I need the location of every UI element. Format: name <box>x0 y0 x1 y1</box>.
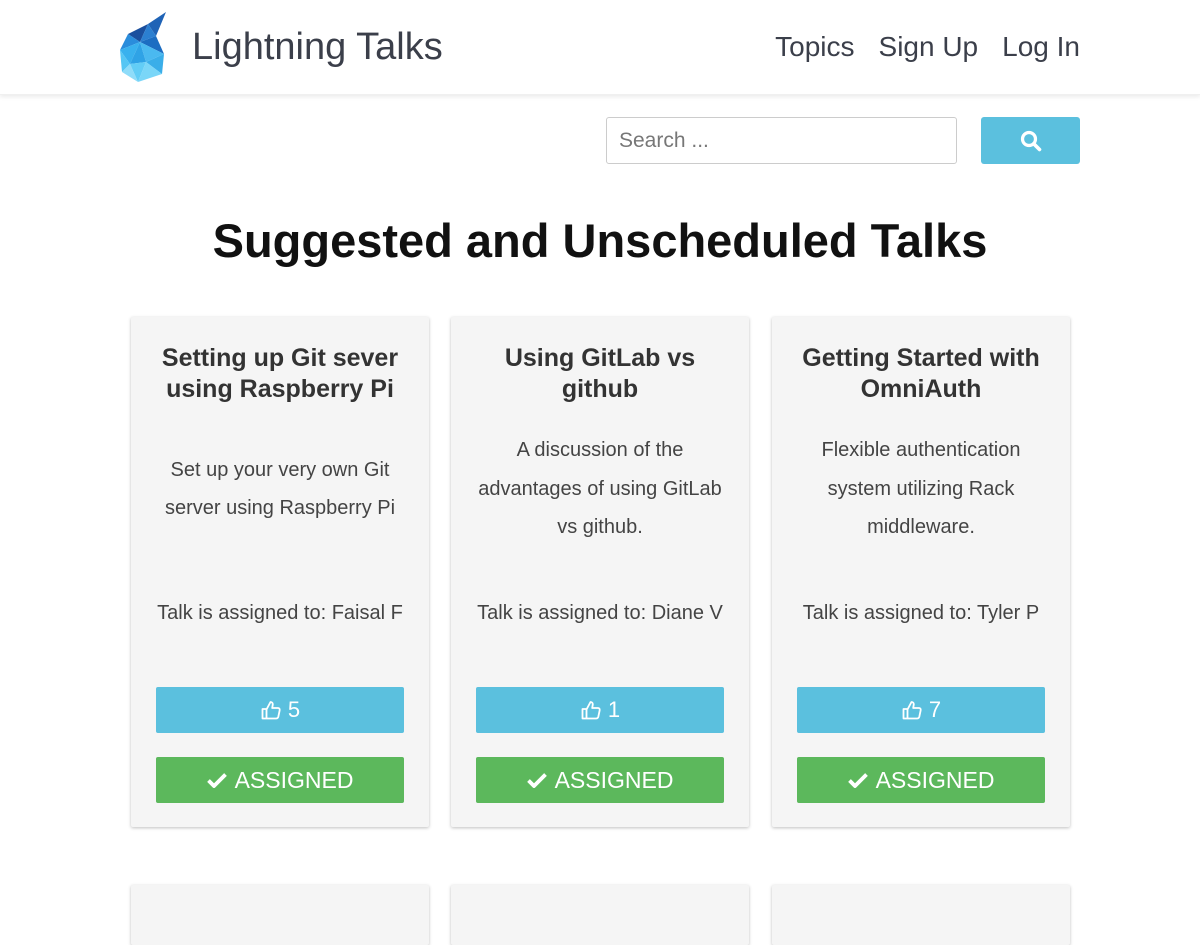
talk-card-partial <box>131 885 429 945</box>
vote-count: 1 <box>607 697 621 722</box>
talk-card: Using GitLab vs github A discussion of t… <box>451 317 749 827</box>
search-button[interactable] <box>981 117 1080 164</box>
talk-description-container: Set up your very own Git server using Ra… <box>153 429 407 549</box>
talk-title: Getting Started with OmniAuth <box>802 344 1040 403</box>
search-input[interactable] <box>606 117 957 164</box>
upvote-button[interactable]: 5 <box>156 687 404 733</box>
talk-card-partial <box>772 885 1070 945</box>
talk-assignee-container: Talk is assigned to: Diane V <box>461 587 739 639</box>
navbar: Lightning Talks Topics Sign Up Log In <box>0 0 1200 95</box>
talk-card: Setting up Git sever using Raspberry Pi … <box>131 317 429 827</box>
assigned-status-label: ASSIGNED <box>234 766 354 793</box>
talk-assignee: Talk is assigned to: Tyler P <box>802 601 1040 624</box>
talk-title: Using GitLab vs github <box>504 344 696 403</box>
search-icon <box>1020 130 1042 152</box>
talk-description-container: A discussion of the advantages of using … <box>473 429 727 549</box>
assigned-status-label: ASSIGNED <box>554 766 674 793</box>
nav-link-sign-up[interactable]: Sign Up <box>879 26 979 68</box>
assigned-status-button[interactable]: ASSIGNED <box>797 757 1045 803</box>
assigned-status-button[interactable]: ASSIGNED <box>156 757 404 803</box>
upvote-button[interactable]: 7 <box>797 687 1045 733</box>
nav-link-topics[interactable]: Topics <box>775 26 854 68</box>
nav-link-log-in[interactable]: Log In <box>1002 26 1080 68</box>
talk-card-partial <box>451 885 749 945</box>
talk-assignee-container: Talk is assigned to: Tyler P <box>782 587 1060 639</box>
talk-assignee: Talk is assigned to: Diane V <box>477 601 723 624</box>
talk-assignee-container: Talk is assigned to: Faisal F <box>141 587 419 639</box>
lightning-talks-logo-icon <box>120 12 166 82</box>
talk-assignee: Talk is assigned to: Faisal F <box>157 601 403 624</box>
talk-title: Setting up Git sever using Raspberry Pi <box>161 344 399 403</box>
assigned-status-button[interactable]: ASSIGNED <box>476 757 724 803</box>
check-icon <box>206 772 227 788</box>
main-nav: Topics Sign Up Log In <box>775 26 1080 68</box>
check-icon <box>847 772 868 788</box>
brand-link[interactable]: Lightning Talks <box>118 10 443 84</box>
vote-count: 7 <box>928 697 942 722</box>
vote-count: 5 <box>287 697 301 722</box>
check-icon <box>526 772 547 788</box>
page-title: Suggested and Unscheduled Talks <box>212 214 988 267</box>
assigned-status-label: ASSIGNED <box>875 766 995 793</box>
talk-description-container: Flexible authentication system utilizing… <box>794 429 1048 549</box>
talk-card: Getting Started with OmniAuth Flexible a… <box>772 317 1070 827</box>
thumbs-up-icon <box>260 699 282 721</box>
thumbs-up-icon <box>901 699 923 721</box>
talk-description: A discussion of the advantages of using … <box>478 439 722 539</box>
talk-description: Set up your very own Git server using Ra… <box>164 458 396 520</box>
talk-description: Flexible authentication system utilizing… <box>821 439 1021 539</box>
upvote-button[interactable]: 1 <box>476 687 724 733</box>
thumbs-up-icon <box>580 699 602 721</box>
brand-title: Lightning Talks <box>192 26 443 68</box>
